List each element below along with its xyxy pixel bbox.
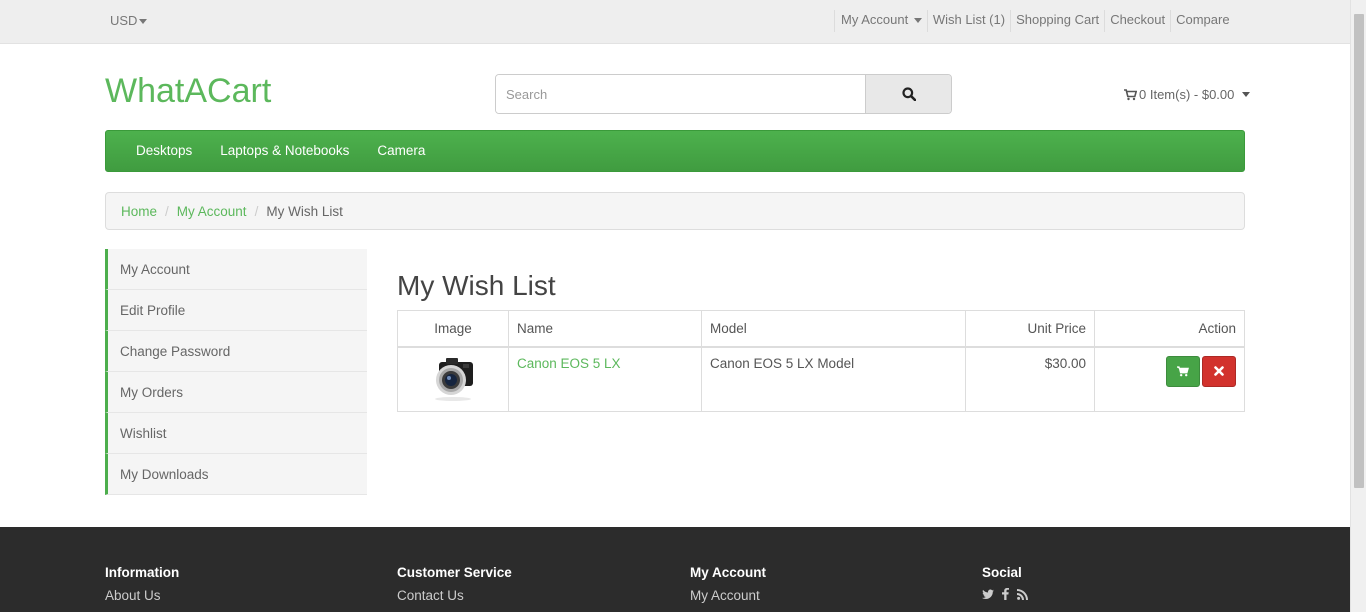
page-scrollbar[interactable] bbox=[1350, 0, 1366, 612]
breadcrumb-home[interactable]: Home bbox=[121, 204, 157, 219]
nav-item-camera[interactable]: Camera bbox=[363, 130, 439, 172]
product-name-link[interactable]: Canon EOS 5 LX bbox=[517, 356, 621, 371]
breadcrumb-my-account[interactable]: My Account bbox=[177, 204, 247, 219]
column-header-model: Model bbox=[701, 310, 966, 348]
column-header-name: Name bbox=[508, 310, 702, 348]
main-nav: Desktops Laptops & Notebooks Camera bbox=[105, 130, 1245, 172]
top-link-shopping-cart[interactable]: Shopping Cart bbox=[1010, 10, 1104, 32]
footer-link-about-us[interactable]: About Us bbox=[105, 588, 179, 603]
footer-heading: Information bbox=[105, 565, 180, 580]
sidebar-item-wishlist[interactable]: Wishlist bbox=[105, 413, 367, 454]
facebook-icon[interactable] bbox=[1002, 588, 1009, 600]
search-input[interactable] bbox=[496, 75, 865, 113]
footer-link-my-account[interactable]: My Account bbox=[690, 588, 766, 603]
top-link-checkout[interactable]: Checkout bbox=[1104, 10, 1170, 32]
footer-column-information: Information About Us bbox=[105, 565, 179, 603]
product-image-cell bbox=[397, 346, 509, 412]
top-link-my-account[interactable]: My Account bbox=[834, 10, 927, 32]
remove-button[interactable] bbox=[1202, 355, 1236, 387]
footer-column-social: Social bbox=[982, 565, 1028, 600]
account-sidebar: My Account Edit Profile Change Password … bbox=[105, 249, 367, 495]
top-link-compare[interactable]: Compare bbox=[1170, 10, 1234, 32]
column-header-image: Image bbox=[397, 310, 509, 348]
caret-down-icon bbox=[1242, 92, 1251, 97]
top-links: My Account Wish List (1) Shopping Cart C… bbox=[834, 10, 1235, 32]
scrollbar-thumb[interactable] bbox=[1354, 14, 1364, 488]
nav-item-laptops-notebooks[interactable]: Laptops & Notebooks bbox=[206, 130, 363, 172]
site-logo[interactable]: WhatACart bbox=[105, 72, 271, 111]
currency-selector[interactable]: USD bbox=[110, 13, 148, 28]
shopping-cart-icon bbox=[1177, 365, 1189, 376]
sidebar-item-my-account[interactable]: My Account bbox=[105, 249, 367, 290]
footer-heading: Customer Service bbox=[397, 565, 512, 580]
caret-down-icon bbox=[139, 19, 148, 25]
product-price-cell: $30.00 bbox=[965, 346, 1095, 412]
close-icon bbox=[1214, 366, 1224, 376]
twitter-icon[interactable] bbox=[982, 589, 994, 600]
footer-column-my-account: My Account My Account bbox=[690, 565, 766, 603]
product-action-cell bbox=[1094, 346, 1245, 412]
search-button[interactable] bbox=[865, 75, 951, 113]
sidebar-item-edit-profile[interactable]: Edit Profile bbox=[105, 290, 367, 331]
breadcrumb-separator: / bbox=[254, 203, 259, 219]
footer-heading: Social bbox=[982, 565, 1022, 580]
table-header-row: Image Name Model Unit Price Action bbox=[397, 310, 1245, 348]
product-thumbnail[interactable] bbox=[429, 354, 477, 402]
top-bar: USD My Account Wish List (1) Shopping Ca… bbox=[0, 0, 1350, 44]
column-header-action: Action bbox=[1094, 310, 1245, 348]
cart-summary: 0 Item(s) - $0.00 bbox=[1139, 87, 1235, 102]
top-link-my-account-label: My Account bbox=[841, 12, 909, 27]
wishlist-table: Image Name Model Unit Price Action Canon… bbox=[397, 310, 1245, 412]
column-header-unit-price: Unit Price bbox=[965, 310, 1095, 348]
table-row: Canon EOS 5 LX Canon EOS 5 LX Model $30.… bbox=[397, 346, 1245, 412]
currency-label: USD bbox=[110, 13, 138, 28]
main-content: My Wish List Image Name Model Unit Price… bbox=[397, 268, 1245, 412]
breadcrumb-current: My Wish List bbox=[266, 203, 343, 219]
rss-icon[interactable] bbox=[1017, 588, 1028, 600]
search-box bbox=[495, 74, 952, 114]
search-icon bbox=[901, 87, 916, 101]
sidebar-item-my-orders[interactable]: My Orders bbox=[105, 372, 367, 413]
product-name-cell: Canon EOS 5 LX bbox=[508, 346, 702, 412]
social-links bbox=[982, 588, 1028, 600]
caret-down-icon bbox=[913, 18, 922, 24]
shopping-cart-icon bbox=[1124, 88, 1137, 100]
add-to-cart-button[interactable] bbox=[1166, 355, 1200, 387]
product-model-cell: Canon EOS 5 LX Model bbox=[701, 346, 966, 412]
sidebar-item-change-password[interactable]: Change Password bbox=[105, 331, 367, 372]
sidebar-item-my-downloads[interactable]: My Downloads bbox=[105, 454, 367, 495]
breadcrumb: Home / My Account / My Wish List bbox=[105, 192, 1245, 230]
footer: Information About Us Customer Service Co… bbox=[0, 527, 1350, 612]
nav-item-desktops[interactable]: Desktops bbox=[122, 130, 206, 172]
top-link-wish-list[interactable]: Wish List (1) bbox=[926, 10, 1010, 32]
footer-heading: My Account bbox=[690, 565, 767, 580]
breadcrumb-separator: / bbox=[165, 203, 169, 219]
page-title: My Wish List bbox=[397, 270, 556, 301]
cart-dropdown[interactable]: 0 Item(s) - $0.00 bbox=[1124, 87, 1251, 102]
footer-column-customer-service: Customer Service Contact Us bbox=[397, 565, 512, 603]
footer-link-contact-us[interactable]: Contact Us bbox=[397, 588, 512, 603]
